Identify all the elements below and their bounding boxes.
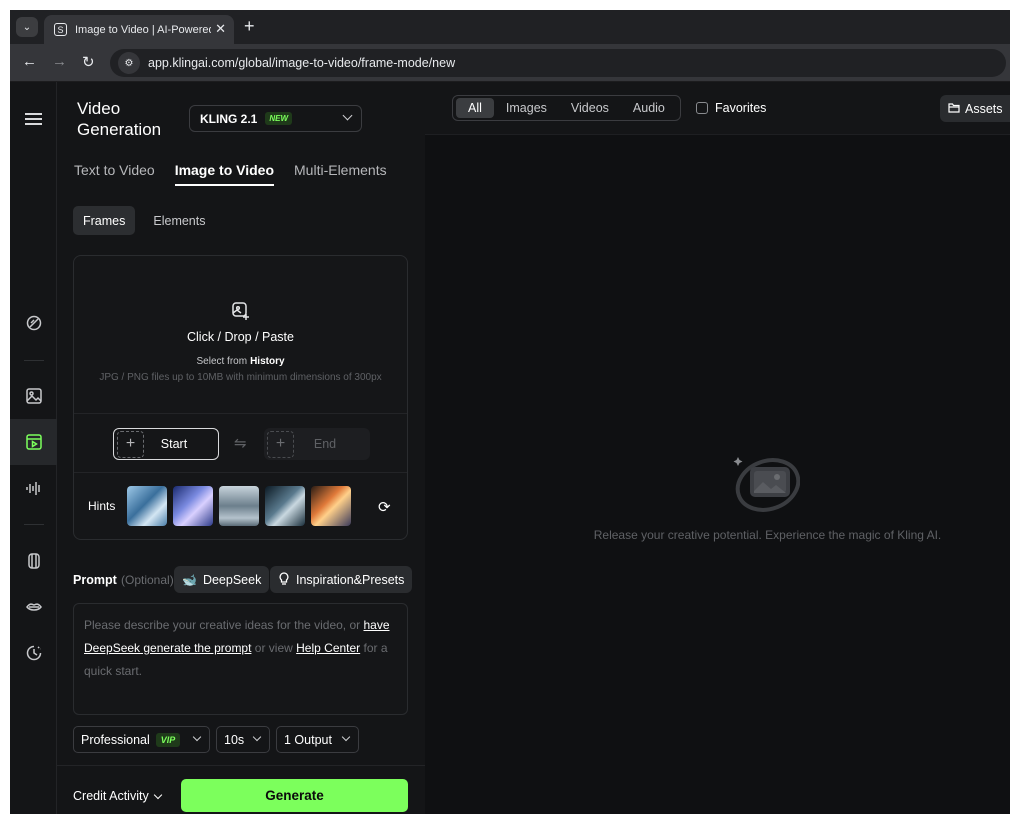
browser-tab-bar: ⌄ S Image to Video | AI-Powered Fr ✕ + (10, 10, 1010, 44)
tab-text-to-video[interactable]: Text to Video (74, 162, 155, 186)
upload-requirements: JPG / PNG files up to 10MB with minimum … (99, 372, 382, 383)
tab-close-icon[interactable]: ✕ (215, 21, 226, 37)
hint-thumbnail[interactable] (265, 486, 305, 526)
address-bar[interactable]: ⚙ app.klingai.com/global/image-to-video/… (110, 49, 1006, 77)
app-window: ⌄ S Image to Video | AI-Powered Fr ✕ + ←… (10, 10, 1010, 814)
prompt-header: Prompt (Optional) 🐋 DeepSeek Inspiration&… (73, 566, 413, 593)
plus-icon: + (117, 430, 144, 458)
video-generation-icon[interactable] (10, 419, 57, 465)
asset-filter-tabs: All Images Videos Audio (452, 95, 681, 121)
new-badge: NEW (265, 112, 293, 125)
deepseek-button[interactable]: 🐋 DeepSeek (174, 566, 270, 593)
help-center-link[interactable]: Help Center (296, 641, 360, 655)
chevron-down-icon (153, 790, 162, 800)
empty-state-illustration-icon (730, 445, 801, 520)
history-icon[interactable] (10, 633, 57, 673)
vip-badge: VIP (155, 732, 181, 747)
model-name: KLING 2.1 (200, 111, 258, 126)
image-upload-area[interactable]: Click / Drop / Paste Select from History … (73, 255, 408, 540)
filter-videos[interactable]: Videos (559, 98, 621, 118)
start-frame-button[interactable]: + Start (113, 428, 219, 460)
refresh-hints-icon[interactable]: ⟳ (378, 498, 391, 516)
upload-instruction: Click / Drop / Paste (187, 330, 294, 344)
forward-icon[interactable]: → (52, 53, 67, 70)
tab-image-to-video[interactable]: Image to Video (174, 162, 275, 186)
empty-state-message: Release your creative potential. Experie… (593, 528, 942, 542)
filter-audio[interactable]: Audio (621, 98, 677, 118)
checkbox-icon (696, 102, 708, 114)
sub-tabs: Frames Elements (73, 206, 215, 235)
url-text: app.klingai.com/global/image-to-video/fr… (148, 56, 456, 70)
subtab-frames[interactable]: Frames (73, 206, 136, 235)
page-title: Video Generation (77, 99, 162, 139)
plus-icon: + (267, 430, 294, 458)
filter-images[interactable]: Images (494, 98, 559, 118)
history-link[interactable]: History (250, 356, 284, 367)
subtab-elements[interactable]: Elements (143, 206, 215, 235)
filter-all[interactable]: All (456, 98, 494, 118)
tab-title: Image to Video | AI-Powered Fr (75, 23, 211, 36)
favorites-checkbox[interactable]: Favorites (696, 101, 766, 115)
hint-thumbnail[interactable] (173, 486, 213, 526)
lightbulb-icon (278, 571, 290, 588)
credit-activity-dropdown[interactable]: Credit Activity (73, 789, 162, 803)
inspiration-presets-button[interactable]: Inspiration&Presets (270, 566, 413, 593)
swap-frames-icon[interactable]: ⇋ (234, 434, 247, 452)
main-toolbar: All Images Videos Audio Favorites Assets (425, 82, 1010, 135)
site-info-icon[interactable]: ⚙ (118, 52, 140, 74)
main-area: All Images Videos Audio Favorites Assets (425, 82, 1010, 814)
explore-icon[interactable] (10, 303, 57, 343)
hint-thumbnail[interactable] (127, 486, 167, 526)
prompt-label: Prompt (73, 573, 117, 587)
kling-favicon-icon: S (54, 23, 67, 36)
icon-rail (10, 82, 57, 814)
image-generation-icon[interactable] (10, 376, 57, 416)
hint-thumbnail[interactable] (219, 486, 259, 526)
generation-options: Professional VIP 10s 1 Output (73, 726, 359, 753)
browser-tab[interactable]: S Image to Video | AI-Powered Fr ✕ (44, 15, 234, 44)
prompt-optional: (Optional) (121, 573, 174, 587)
end-frame-button[interactable]: + End (264, 428, 370, 460)
new-tab-icon[interactable]: + (244, 16, 255, 37)
back-icon[interactable]: ← (22, 53, 37, 70)
generate-button[interactable]: Generate (181, 779, 408, 812)
deepseek-whale-icon: 🐋 (182, 572, 197, 587)
model-selector[interactable]: KLING 2.1 NEW (189, 105, 362, 132)
prompt-textarea[interactable]: Please describe your creative ideas for … (73, 603, 408, 715)
generation-panel: Video Generation KLING 2.1 NEW Text to V… (57, 82, 425, 814)
hint-thumbnail[interactable] (311, 486, 351, 526)
chevron-down-icon (192, 732, 202, 742)
assets-button[interactable]: Assets (940, 95, 1010, 122)
duration-select[interactable]: 10s (216, 726, 270, 753)
menu-icon[interactable] (10, 99, 57, 139)
reload-icon[interactable]: ↻ (82, 53, 95, 71)
browser-toolbar: ← → ↻ ⚙ app.klingai.com/global/image-to-… (10, 44, 1010, 82)
folder-icon (948, 102, 960, 116)
lip-sync-icon[interactable] (10, 587, 57, 627)
quality-select[interactable]: Professional VIP (73, 726, 210, 753)
image-add-icon (231, 301, 251, 326)
chevron-down-icon (341, 732, 351, 742)
chevron-down-icon (252, 732, 262, 742)
chevron-down-icon (342, 110, 353, 121)
audio-generation-icon[interactable] (10, 468, 57, 508)
output-count-select[interactable]: 1 Output (276, 726, 359, 753)
tab-multi-elements[interactable]: Multi-Elements (294, 162, 387, 186)
tab-search-dropdown[interactable]: ⌄ (16, 17, 38, 37)
hints-label: Hints (88, 499, 116, 513)
select-history: Select from History (196, 356, 285, 367)
mode-tabs: Text to Video Image to Video Multi-Eleme… (74, 162, 387, 186)
canvas-icon[interactable] (10, 541, 57, 581)
